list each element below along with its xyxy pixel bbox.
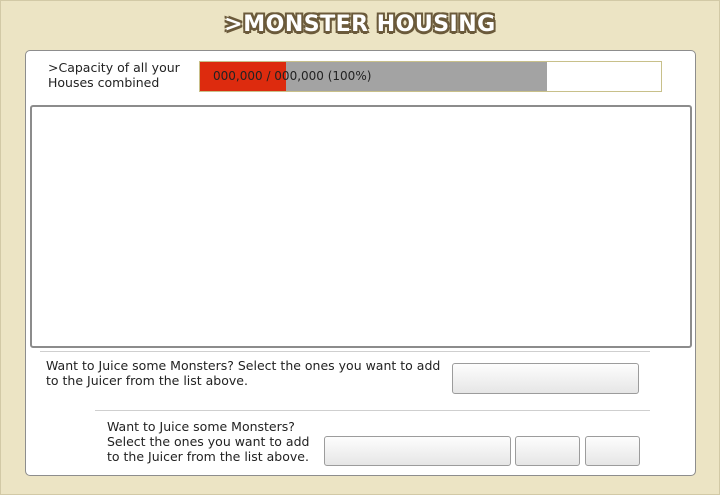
juicer-instructions: Want to Juice some Monsters? Select the … [107, 419, 310, 464]
capacity-label: >Capacity of all your Houses combined [48, 60, 180, 90]
section-divider [95, 410, 650, 411]
capacity-bar: 000,000 / 000,000 (100%) [199, 61, 662, 92]
juicer-option-button[interactable] [585, 436, 640, 466]
juicer-add-button[interactable] [324, 436, 511, 466]
juicer-option-button[interactable] [515, 436, 580, 466]
juicer-instructions: Want to Juice some Monsters? Select the … [46, 358, 441, 388]
juicer-button[interactable] [452, 363, 639, 394]
monster-list[interactable] [30, 105, 692, 348]
capacity-value: 000,000 / 000,000 (100%) [213, 69, 372, 83]
section-divider [40, 351, 650, 352]
page-title: >MONSTER HOUSING [224, 12, 496, 37]
